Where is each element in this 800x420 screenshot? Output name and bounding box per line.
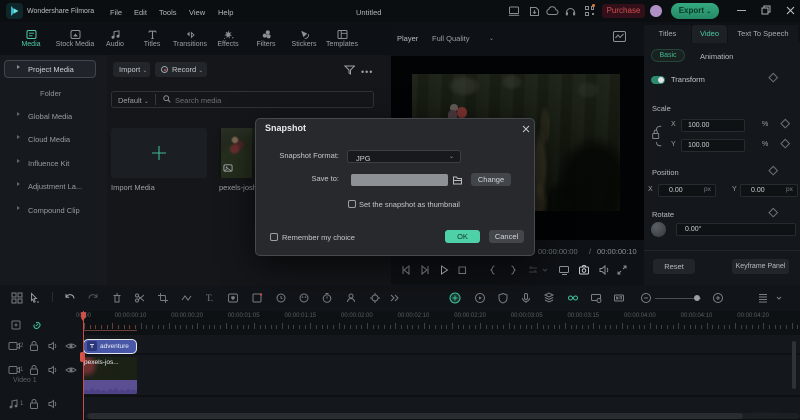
svg-text:T.: T.: [206, 293, 213, 303]
